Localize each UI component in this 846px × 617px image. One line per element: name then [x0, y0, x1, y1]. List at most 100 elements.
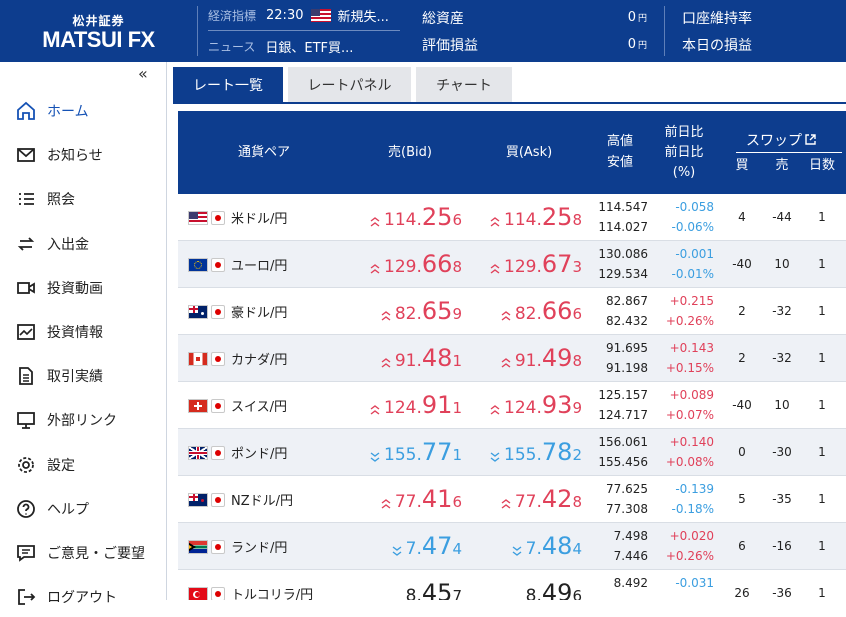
bid-price[interactable]: 77. 41 6 [358, 476, 462, 523]
bid-price[interactable]: 114. 25 6 [358, 194, 462, 241]
swap-buy: 2 [738, 304, 746, 318]
matsui-fx-logo[interactable]: 松井証券 MATSUI FX [0, 0, 197, 62]
up-arrow-icon [490, 405, 500, 415]
change-value: +0.143 [669, 341, 714, 355]
currency-pair[interactable]: カナダ/円 [188, 335, 287, 382]
bid-price[interactable]: 82. 65 9 [358, 288, 462, 335]
bid-price[interactable]: 7. 47 4 [358, 523, 462, 570]
sidebar-item-help[interactable]: ヘルプ [0, 489, 166, 529]
table-row[interactable]: 米ドル/円 114. 25 6 114. 25 8 114.547 114.027 -0.058 -… [178, 194, 846, 241]
sidebar-item-gear[interactable]: 設定 [0, 445, 166, 485]
table-row[interactable]: カナダ/円 91. 48 1 91. 49 8 91.695 91.198 +0.143 +0.15… [178, 335, 846, 382]
jp-flag-icon [211, 398, 225, 413]
swap-days: 1 [818, 398, 826, 412]
currency-pair[interactable]: NZドル/円 [188, 476, 293, 523]
tab-rate-list[interactable]: レート一覧 [173, 67, 283, 102]
bid-price[interactable]: 91. 48 1 [358, 335, 462, 382]
bid-price[interactable]: 155. 77 1 [358, 429, 462, 476]
up-arrow-icon [370, 217, 380, 227]
sidebar-item-monitor[interactable]: 外部リンク [0, 400, 166, 440]
pair-name: NZドル/円 [231, 494, 294, 509]
ask-price[interactable]: 82. 66 6 [478, 288, 582, 335]
table-row[interactable]: スイス/円 124. 91 1 124. 93 9 125.157 124.717 +0.089 +… [178, 382, 846, 429]
sidebar-item-chat[interactable]: ご意見・ご要望 [0, 533, 166, 573]
col-ask[interactable]: 買(Ask) [496, 143, 562, 163]
rate-table: 通貨ペア 売(Bid) 買(Ask) 高値 安値 前日比 前日比 (%) スワッ… [178, 111, 846, 600]
swap-buy: 6 [738, 539, 746, 553]
jp-flag-icon [211, 586, 225, 600]
news-ticker[interactable]: 経済指標 22:30 新規失... ニュース 日銀、ETF買... [208, 0, 400, 62]
table-row[interactable]: トルコリラ/円 8. 45 7 8. 49 6 8.492 -0.031 26 -36 1 [178, 570, 846, 600]
currency-pair[interactable]: 米ドル/円 [188, 194, 287, 241]
swap-sell: 10 [774, 398, 790, 412]
bid-price[interactable]: 8. 45 7 [358, 570, 462, 600]
ask-price[interactable]: 129. 67 3 [478, 241, 582, 288]
news-row[interactable]: ニュース 日銀、ETF買... [208, 31, 400, 62]
ask-price[interactable]: 155. 78 2 [478, 429, 582, 476]
swap-buy: 5 [738, 492, 746, 506]
za-flag-icon [188, 539, 208, 554]
high-value: 130.086 [598, 247, 648, 261]
swap-sell: -32 [772, 351, 792, 365]
total-assets-value: 0円 [627, 10, 647, 25]
sidebar-item-transfer[interactable]: 入出金 [0, 224, 166, 264]
pair-name: トルコリラ/円 [231, 588, 314, 600]
up-arrow-icon [370, 405, 380, 415]
econ-indicator-row[interactable]: 経済指標 22:30 新規失... [208, 0, 400, 31]
tab-rate-panel[interactable]: レートパネル [288, 67, 411, 102]
sidebar-item-label: ホーム [47, 104, 89, 120]
currency-pair[interactable]: ユーロ/円 [188, 241, 287, 288]
high-value: 114.547 [598, 200, 648, 214]
table-row[interactable]: 豪ドル/円 82. 65 9 82. 66 6 82.867 82.432 +0.215 +0.26… [178, 288, 846, 335]
ask-price[interactable]: 91. 49 8 [478, 335, 582, 382]
currency-pair[interactable]: スイス/円 [188, 382, 287, 429]
pair-name: ユーロ/円 [231, 259, 288, 274]
up-arrow-icon [501, 499, 511, 509]
bid-price[interactable]: 124. 91 1 [358, 382, 462, 429]
change-value: +0.089 [669, 388, 714, 402]
col-swap-link[interactable]: スワップ [746, 131, 816, 151]
transfer-icon [15, 233, 37, 255]
ask-price[interactable]: 114. 25 8 [478, 194, 582, 241]
ask-price[interactable]: 7. 48 4 [478, 523, 582, 570]
sidebar-item-video[interactable]: 投資動画 [0, 268, 166, 308]
sidebar-item-mail[interactable]: お知らせ [0, 135, 166, 175]
col-low: 安値 [606, 155, 633, 170]
ask-price[interactable]: 124. 93 9 [478, 382, 582, 429]
currency-pair[interactable]: 豪ドル/円 [188, 288, 287, 335]
tab-chart[interactable]: チャート [416, 67, 512, 102]
high-value: 91.695 [606, 341, 648, 355]
high-value: 77.625 [606, 482, 648, 496]
sidebar-item-label: お知らせ [47, 148, 103, 165]
list-icon [15, 188, 37, 210]
up-arrow-icon [501, 311, 511, 321]
ask-price[interactable]: 8. 49 6 [478, 570, 582, 600]
table-row[interactable]: NZドル/円 77. 41 6 77. 42 8 77.625 77.308 -0.139 -0.1… [178, 476, 846, 523]
currency-pair[interactable]: ランド/円 [188, 523, 287, 570]
sidebar-item-list[interactable]: 照会 [0, 179, 166, 219]
sidebar-item-logout[interactable]: ログアウト [0, 577, 166, 617]
ask-price[interactable]: 77. 42 8 [478, 476, 582, 523]
sidebar-item-info[interactable]: 投資情報 [0, 312, 166, 352]
pair-name: ポンド/円 [231, 447, 288, 462]
swap-sell: -36 [772, 586, 792, 600]
low-value: 7.446 [613, 549, 648, 563]
table-row[interactable]: ランド/円 7. 47 4 7. 48 4 7.498 7.446 +0.020 +0.26% 6 -1… [178, 523, 846, 570]
swap-buy: 2 [738, 351, 746, 365]
pair-name: ランド/円 [231, 541, 288, 556]
econ-text: 新規失... [337, 9, 389, 25]
col-bid[interactable]: 売(Bid) [378, 143, 442, 163]
eval-pl-value: 0円 [627, 37, 647, 52]
swap-sell: -30 [772, 445, 792, 459]
currency-pair[interactable]: トルコリラ/円 [188, 570, 313, 600]
bid-price[interactable]: 129. 66 8 [358, 241, 462, 288]
swap-days: 1 [818, 492, 826, 506]
table-row[interactable]: ポンド/円 155. 77 1 155. 78 2 156.061 155.456 +0.140 +… [178, 429, 846, 476]
collapse-sidebar-button[interactable]: « [138, 64, 148, 83]
top-header: 松井証券 MATSUI FX 経済指標 22:30 新規失... ニュース 日銀… [0, 0, 846, 62]
sidebar-item-home[interactable]: ホーム [0, 91, 166, 131]
logo-big-text: MATSUI FX [42, 27, 155, 52]
currency-pair[interactable]: ポンド/円 [188, 429, 287, 476]
sidebar-item-document[interactable]: 取引実績 [0, 356, 166, 396]
table-row[interactable]: ユーロ/円 129. 66 8 129. 67 3 130.086 129.534 -0.001 -… [178, 241, 846, 288]
